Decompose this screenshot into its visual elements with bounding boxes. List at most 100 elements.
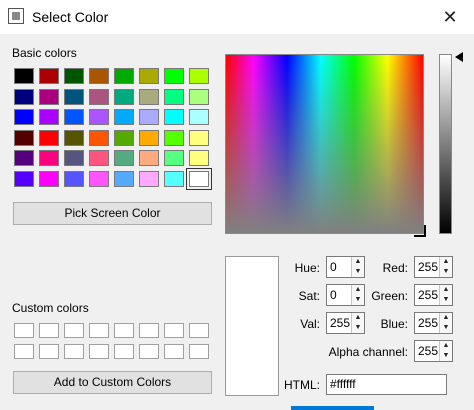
pick-screen-color-button[interactable]: Pick Screen Color: [13, 202, 212, 225]
custom-color-swatch[interactable]: [139, 323, 159, 338]
custom-color-swatch[interactable]: [189, 344, 209, 359]
basic-color-swatch[interactable]: [114, 129, 134, 146]
basic-color-swatch[interactable]: [89, 88, 109, 105]
red-up-arrow-icon[interactable]: ▲: [440, 257, 452, 267]
basic-color-swatch[interactable]: [164, 109, 184, 125]
custom-colors-label: Custom colors: [12, 301, 89, 315]
custom-color-swatch[interactable]: [14, 323, 34, 338]
hue-value: 0: [330, 260, 337, 274]
custom-color-swatch[interactable]: [114, 323, 134, 338]
basic-color-swatch[interactable]: [89, 170, 109, 187]
basic-color-swatch[interactable]: [14, 109, 34, 125]
basic-color-swatch[interactable]: [189, 129, 209, 146]
basic-color-swatch[interactable]: [89, 150, 109, 166]
basic-color-swatch[interactable]: [189, 150, 209, 166]
custom-color-swatch[interactable]: [164, 323, 184, 338]
custom-color-swatch[interactable]: [64, 323, 84, 338]
basic-color-swatch[interactable]: [64, 88, 84, 105]
alpha-spinbox[interactable]: 255 ▲ ▼: [414, 340, 453, 362]
basic-color-swatch[interactable]: [39, 109, 59, 125]
basic-color-swatch[interactable]: [89, 109, 109, 125]
sat-value: 0: [330, 288, 337, 302]
basic-color-swatch[interactable]: [114, 109, 134, 125]
close-button[interactable]: ✕: [430, 2, 470, 32]
alpha-down-arrow-icon[interactable]: ▼: [440, 351, 452, 361]
basic-color-swatch[interactable]: [39, 150, 59, 166]
basic-color-swatch[interactable]: [164, 68, 184, 84]
basic-color-swatch[interactable]: [164, 150, 184, 166]
basic-color-swatch[interactable]: [39, 68, 59, 84]
sat-label: Sat:: [298, 289, 320, 303]
basic-color-swatch[interactable]: [189, 68, 209, 84]
basic-color-swatch[interactable]: [14, 88, 34, 105]
blue-spinbox[interactable]: 255 ▲ ▼: [414, 312, 453, 334]
val-down-arrow-icon[interactable]: ▼: [352, 323, 364, 333]
custom-colors-grid: [14, 323, 209, 360]
hue-down-arrow-icon[interactable]: ▼: [352, 267, 364, 277]
basic-color-swatch[interactable]: [114, 150, 134, 166]
basic-color-swatch[interactable]: [64, 150, 84, 166]
basic-color-swatch[interactable]: [139, 109, 159, 125]
basic-color-swatch[interactable]: [89, 68, 109, 84]
alpha-channel-label: Alpha channel:: [328, 345, 408, 359]
green-up-arrow-icon[interactable]: ▲: [440, 285, 452, 295]
custom-color-swatch[interactable]: [14, 344, 34, 359]
basic-color-swatch[interactable]: [164, 129, 184, 146]
add-to-custom-colors-button[interactable]: Add to Custom Colors: [13, 371, 212, 394]
basic-color-swatch[interactable]: [164, 88, 184, 105]
basic-color-swatch[interactable]: [189, 88, 209, 105]
luminance-slider[interactable]: [439, 54, 452, 234]
custom-color-swatch[interactable]: [64, 344, 84, 359]
basic-color-swatch[interactable]: [186, 167, 212, 190]
basic-color-swatch[interactable]: [64, 68, 84, 84]
red-down-arrow-icon[interactable]: ▼: [440, 267, 452, 277]
green-spinbox[interactable]: 255 ▲ ▼: [414, 284, 453, 306]
basic-color-swatch[interactable]: [39, 170, 59, 187]
color-spectrum[interactable]: [225, 54, 424, 234]
basic-color-swatch[interactable]: [39, 88, 59, 105]
basic-color-swatch[interactable]: [189, 109, 209, 125]
basic-color-swatch[interactable]: [64, 129, 84, 146]
custom-color-swatch[interactable]: [114, 344, 134, 359]
custom-color-swatch[interactable]: [189, 323, 209, 338]
basic-color-swatch[interactable]: [14, 68, 34, 84]
basic-color-swatch[interactable]: [64, 109, 84, 125]
basic-color-swatch[interactable]: [139, 88, 159, 105]
luminance-arrow-icon[interactable]: [455, 52, 463, 62]
basic-color-swatch[interactable]: [139, 170, 159, 187]
sat-spinbox[interactable]: 0 ▲ ▼: [326, 284, 365, 306]
basic-color-swatch[interactable]: [14, 150, 34, 166]
ok-button-edge[interactable]: [291, 406, 374, 410]
hue-spinbox[interactable]: 0 ▲ ▼: [326, 256, 365, 278]
basic-color-swatch[interactable]: [14, 129, 34, 146]
custom-color-swatch[interactable]: [39, 323, 59, 338]
basic-color-swatch[interactable]: [164, 170, 184, 187]
basic-color-swatch[interactable]: [114, 88, 134, 105]
basic-color-swatch[interactable]: [89, 129, 109, 146]
html-label: HTML:: [284, 378, 320, 392]
basic-color-swatch[interactable]: [139, 150, 159, 166]
blue-up-arrow-icon[interactable]: ▲: [440, 313, 452, 323]
custom-color-swatch[interactable]: [164, 344, 184, 359]
custom-color-swatch[interactable]: [39, 344, 59, 359]
html-color-input[interactable]: #ffffff: [326, 374, 447, 395]
basic-color-swatch[interactable]: [64, 170, 84, 187]
hue-up-arrow-icon[interactable]: ▲: [352, 257, 364, 267]
val-up-arrow-icon[interactable]: ▲: [352, 313, 364, 323]
val-spinbox[interactable]: 255 ▲ ▼: [326, 312, 365, 334]
val-value: 255: [330, 316, 351, 330]
red-spinbox[interactable]: 255 ▲ ▼: [414, 256, 453, 278]
basic-color-swatch[interactable]: [14, 170, 34, 187]
basic-color-swatch[interactable]: [39, 129, 59, 146]
alpha-up-arrow-icon[interactable]: ▲: [440, 341, 452, 351]
custom-color-swatch[interactable]: [89, 323, 109, 338]
green-value: 255: [418, 288, 439, 302]
custom-color-swatch[interactable]: [139, 344, 159, 359]
basic-color-swatch[interactable]: [114, 68, 134, 84]
custom-color-swatch[interactable]: [89, 344, 109, 359]
blue-down-arrow-icon[interactable]: ▼: [440, 323, 452, 333]
basic-color-swatch[interactable]: [114, 170, 134, 187]
green-down-arrow-icon[interactable]: ▼: [440, 295, 452, 305]
basic-color-swatch[interactable]: [139, 129, 159, 146]
basic-color-swatch[interactable]: [139, 68, 159, 84]
